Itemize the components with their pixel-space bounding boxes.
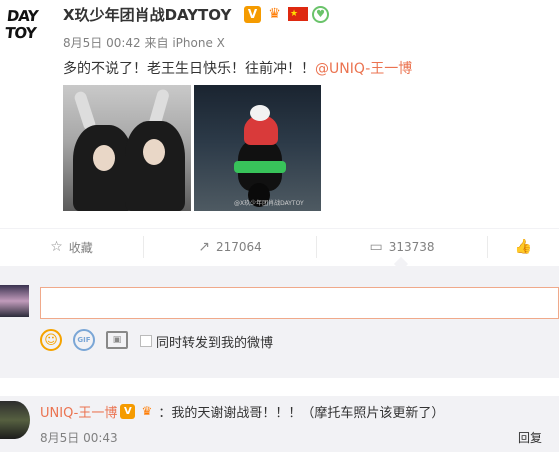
image-icon[interactable]: ▣ bbox=[106, 331, 128, 349]
post-photo-2[interactable]: @X玖少年团肖战DAYTOY bbox=[194, 85, 321, 211]
reply-button[interactable]: 回复 bbox=[518, 429, 542, 446]
mention-link[interactable]: @UNIQ-王一博 bbox=[315, 61, 412, 77]
commenter-avatar[interactable] bbox=[0, 401, 30, 439]
comment-time: 8月5日 00:43 bbox=[40, 431, 118, 445]
heart-badge-icon[interactable]: ♥ bbox=[312, 5, 329, 23]
author-badges: V ♛ ★ ♥ bbox=[244, 5, 329, 23]
current-user-avatar bbox=[0, 285, 29, 317]
author-name[interactable]: X玖少年团肖战DAYTOY bbox=[63, 4, 231, 25]
post-date[interactable]: 8月5日 00:42 bbox=[63, 36, 141, 50]
favorite-label: 收藏 bbox=[68, 240, 93, 255]
like-button[interactable]: 👍 bbox=[488, 229, 559, 265]
star-icon: ☆ bbox=[50, 239, 63, 255]
helmet bbox=[250, 105, 270, 121]
repost-checkbox[interactable] bbox=[140, 335, 152, 347]
comment-input[interactable] bbox=[40, 287, 559, 319]
repost-checkbox-label[interactable]: 同时转发到我的微博 bbox=[156, 332, 273, 351]
comment-text: ：我的天谢谢战哥！！！（摩托车照片该更新了） bbox=[158, 406, 445, 421]
weibo-post: DAY TOY X玖少年团肖战DAYTOY V ♛ ★ ♥ 8月5日 00:42… bbox=[0, 0, 559, 222]
post-text: 多的不说了！老王生日快乐！往前冲！！@UNIQ-王一博 bbox=[63, 58, 412, 78]
favorite-button[interactable]: ☆ 收藏 bbox=[0, 229, 143, 265]
author-avatar[interactable]: DAY TOY bbox=[4, 4, 52, 52]
comment-icon: ▭ bbox=[369, 239, 383, 255]
face bbox=[93, 145, 115, 171]
thumbs-up-icon: 👍 bbox=[514, 239, 533, 255]
forward-button[interactable]: ↗ 217064 bbox=[144, 229, 316, 265]
photo-watermark: @X玖少年团肖战DAYTOY bbox=[234, 200, 304, 207]
avatar-logo: DAY TOY bbox=[4, 7, 39, 42]
comment-count: 313738 bbox=[388, 240, 435, 254]
forward-count: 217064 bbox=[215, 240, 262, 254]
post-meta: 8月5日 00:42 来自 iPhone X bbox=[63, 34, 225, 51]
crown-icon[interactable]: ♛ bbox=[265, 6, 284, 23]
china-flag-icon[interactable]: ★ bbox=[288, 7, 308, 21]
post-photo-1[interactable] bbox=[63, 85, 191, 211]
comment-line: UNIQ-王一博 V ♛ ：我的天谢谢战哥！！！（摩托车照片该更新了） bbox=[40, 402, 444, 421]
face bbox=[143, 139, 165, 165]
person-right bbox=[125, 121, 185, 211]
post-body: 多的不说了！老王生日快乐！往前冲！！ bbox=[63, 61, 315, 77]
verified-badge-icon[interactable]: V bbox=[120, 404, 136, 419]
verified-badge-icon[interactable]: V bbox=[244, 5, 261, 23]
forward-icon: ↗ bbox=[198, 239, 210, 255]
comment-compose-area: ☺ GIF ▣ 同时转发到我的微博 bbox=[0, 266, 559, 378]
comment-item: UNIQ-王一博 V ♛ ：我的天谢谢战哥！！！（摩托车照片该更新了） 8月5日… bbox=[0, 396, 559, 452]
commenter-name[interactable]: UNIQ-王一博 bbox=[40, 402, 117, 421]
crown-icon[interactable]: ♛ bbox=[138, 404, 155, 419]
action-bar: ☆ 收藏 ↗ 217064 ▭ 313738 👍 bbox=[0, 228, 559, 264]
post-source[interactable]: 来自 iPhone X bbox=[145, 36, 225, 50]
emoji-icon[interactable]: ☺ bbox=[40, 329, 62, 351]
motorcycle-fairing bbox=[234, 161, 286, 173]
gif-icon[interactable]: GIF bbox=[73, 329, 95, 351]
